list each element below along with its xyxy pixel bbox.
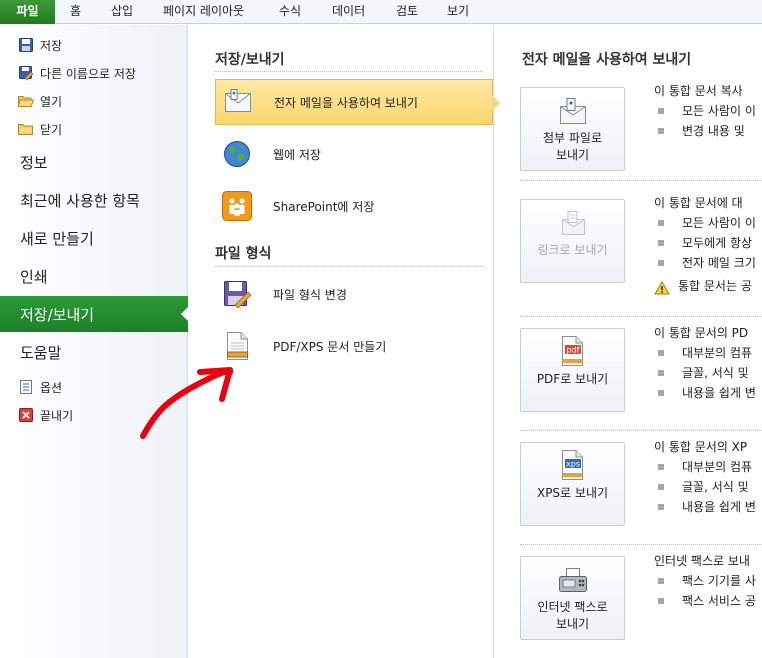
backstage-view: 파일 홈 삽입 페이지 레이아웃 수식 데이터 검토 보기 저장 다른 이름으로… (0, 0, 762, 658)
annotation-arrow (140, 367, 233, 439)
